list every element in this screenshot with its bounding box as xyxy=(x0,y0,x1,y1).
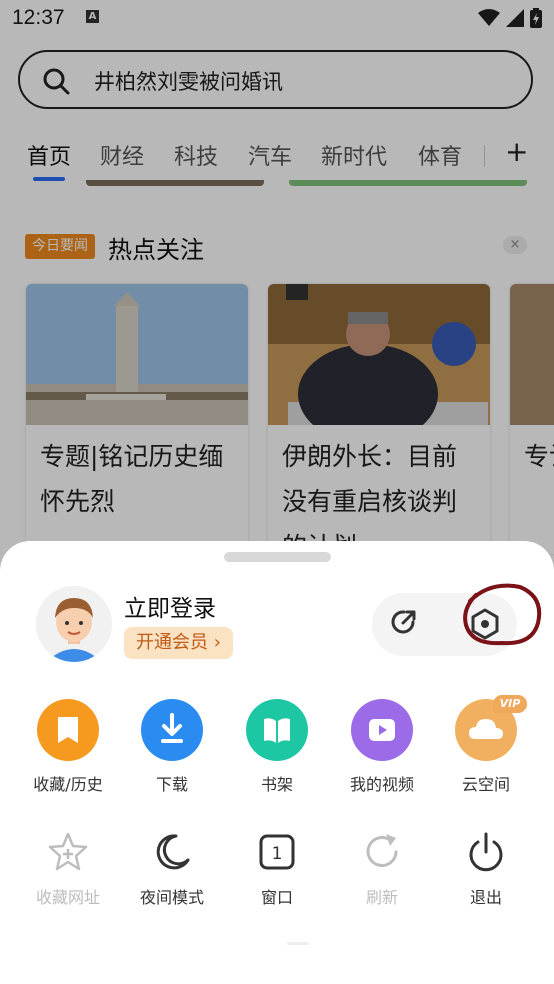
grid-label: 窗口 xyxy=(260,888,293,907)
grid-label: 下载 xyxy=(155,775,188,794)
grid-item-my-videos[interactable]: 我的视频 xyxy=(327,699,437,795)
browser-home-page: 12:37 A 井柏然刘雯被问婚讯 首页 财经 科技 汽车 新时代 体育 + 今… xyxy=(0,0,554,984)
grid-label: 云空间 xyxy=(461,775,510,794)
video-circle xyxy=(351,699,413,761)
bookshelf-circle xyxy=(246,699,308,761)
page-indicator xyxy=(287,942,309,945)
download-icon xyxy=(161,713,183,743)
menu-bottom-sheet: 立即登录 开通会员 › 收藏/历史 下载 书架 我的视频 VIP 云空间 收藏网… xyxy=(0,541,554,984)
grid-item-bookshelf[interactable]: 书架 xyxy=(222,699,332,795)
grid-label: 夜间模式 xyxy=(139,888,204,907)
grid-label: 我的视频 xyxy=(349,775,414,794)
grid-item-download[interactable]: 下载 xyxy=(117,699,227,795)
grid-label: 退出 xyxy=(469,888,502,907)
window-icon: 1 xyxy=(255,830,299,874)
moon-icon xyxy=(150,830,194,874)
grid-label: 刷新 xyxy=(365,888,398,907)
favorites-circle xyxy=(37,699,99,761)
refresh-icon xyxy=(360,830,404,874)
bookmark-icon xyxy=(58,717,78,743)
avatar[interactable] xyxy=(36,586,112,662)
cloud-circle: VIP xyxy=(455,695,527,761)
login-link[interactable]: 立即登录 xyxy=(124,589,216,623)
avatar-illustration xyxy=(36,586,112,662)
grid-item-favorite-url[interactable]: 收藏网址 xyxy=(13,830,123,908)
grid-item-favorites-history[interactable]: 收藏/历史 xyxy=(13,699,123,795)
sheet-handle[interactable] xyxy=(224,552,331,562)
highlight-annotation xyxy=(463,583,542,646)
grid-item-night-mode[interactable]: 夜间模式 xyxy=(117,830,227,908)
grid-item-cloud-space[interactable]: VIP 云空间 xyxy=(431,695,541,795)
power-icon xyxy=(464,830,508,874)
grid-label: 收藏/历史 xyxy=(33,775,103,794)
book-icon xyxy=(264,718,290,743)
download-circle xyxy=(141,699,203,761)
window-count: 1 xyxy=(272,844,283,864)
video-icon xyxy=(369,719,395,741)
share-icon[interactable] xyxy=(389,607,419,637)
star-add-icon xyxy=(46,830,90,874)
vip-tag: VIP xyxy=(493,695,527,713)
grid-item-windows[interactable]: 1 窗口 xyxy=(222,830,332,908)
open-vip-button[interactable]: 开通会员 › xyxy=(124,627,233,659)
grid-item-exit[interactable]: 退出 xyxy=(431,830,541,908)
grid-item-refresh[interactable]: 刷新 xyxy=(327,830,437,908)
grid-label: 书架 xyxy=(260,775,293,794)
grid-label: 收藏网址 xyxy=(35,888,100,907)
